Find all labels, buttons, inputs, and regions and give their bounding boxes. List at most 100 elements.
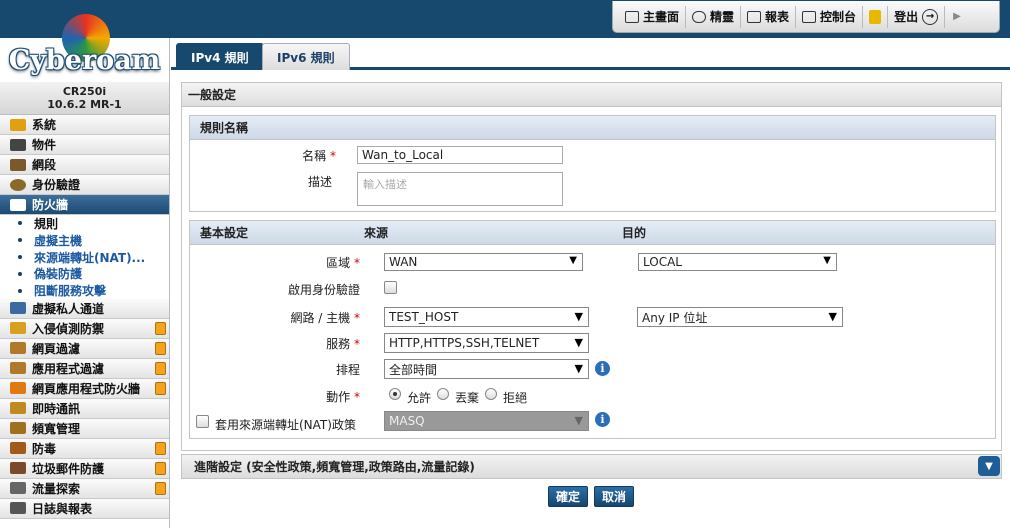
dashboard-label: 主畫面 (643, 10, 680, 24)
nat-info-icon[interactable]: i (595, 412, 610, 427)
sidebar-item-vpn[interactable]: 虛擬私人通道 (0, 298, 169, 319)
sidebar-item-label: 頻寬管理 (32, 421, 81, 436)
sidebar: Cyberoam CR250i 10.6.2 MR-1 系統 物件 網段 身份驗… (0, 14, 170, 528)
toolbar-expand-icon[interactable]: ▶ (945, 11, 961, 22)
basic-settings-header: 基本設定 來源 目的 (190, 221, 995, 245)
tab-ipv4-rules[interactable]: IPv4 規則 (176, 43, 264, 70)
wizard-button[interactable]: 精靈 (686, 5, 742, 28)
sidebar-item-label: 應用程式過濾 (32, 361, 105, 376)
sidebar-item-web-filter[interactable]: 網頁過濾 (0, 338, 169, 359)
sidebar-item-label: 日誌與報表 (32, 501, 93, 516)
destination-zone-select[interactable]: LOCAL ▼ (638, 253, 837, 271)
action-allow-label: 允許 (407, 391, 432, 405)
enable-identity-label: 啟用身份驗證 (287, 283, 360, 297)
sidebar-item-logs[interactable]: 日誌與報表 (0, 498, 169, 519)
source-zone-select[interactable]: WAN ▼ (384, 253, 583, 271)
main-content: 一般設定 規則名稱 名稱 * 描述 輸入描述 基本設定 來源 目的 區域 * W… (171, 73, 1010, 528)
license-lock-icon (155, 321, 166, 335)
license-lock-icon (155, 341, 166, 355)
advanced-settings-bar[interactable]: 進階設定 (安全性政策,頻寬管理,政策路由,流量記錄) ▼ (181, 454, 1002, 479)
general-settings-title: 一般設定 (182, 83, 1001, 107)
expand-advanced-icon[interactable]: ▼ (978, 456, 1000, 476)
nat-policy-select[interactable]: MASQ ▼ (384, 411, 589, 431)
antispam-icon (10, 462, 26, 475)
traffic-icon (10, 482, 26, 495)
cancel-button[interactable]: 取消 (594, 486, 635, 507)
device-info: CR250i 10.6.2 MR-1 (0, 82, 169, 115)
system-icon (10, 118, 26, 131)
device-model: CR250i (62, 85, 107, 98)
objects-icon (10, 138, 26, 151)
tab-ipv6-rules[interactable]: IPv6 規則 (262, 43, 350, 70)
license-lock-icon (155, 461, 166, 475)
im-icon (10, 402, 26, 415)
dashboard-button[interactable]: 主畫面 (619, 5, 687, 28)
sidebar-item-antivirus[interactable]: 防毒 (0, 438, 169, 459)
sidebar-item-ips[interactable]: 入侵偵測防禦 (0, 318, 169, 339)
lock-button[interactable] (863, 5, 889, 28)
reports-button[interactable]: 報表 (741, 5, 797, 28)
sidebar-item-network[interactable]: 網段 (0, 155, 169, 175)
sidebar-item-waf[interactable]: 網頁應用程式防火牆 (0, 378, 169, 399)
dropdown-arrow-icon: ▼ (569, 255, 577, 266)
license-lock-icon (155, 481, 166, 495)
apply-nat-checkbox[interactable] (196, 415, 209, 428)
ips-icon (10, 322, 26, 335)
dropdown-arrow-icon: ▼ (828, 310, 837, 323)
rule-name-input[interactable] (357, 146, 563, 164)
dropdown-arrow-icon: ▼ (574, 362, 583, 375)
rule-name-title: 規則名稱 (190, 116, 995, 140)
name-label: 名稱 * (302, 149, 336, 163)
bullet-icon (18, 238, 22, 243)
sidebar-item-im[interactable]: 即時通訊 (0, 398, 169, 419)
service-select[interactable]: HTTP,HTTPS,SSH,TELNET ▼ (384, 333, 589, 353)
identity-icon (10, 178, 26, 191)
sidebar-item-label: 網段 (32, 158, 57, 172)
sidebar-item-app-filter[interactable]: 應用程式過濾 (0, 358, 169, 379)
sidebar-item-objects[interactable]: 物件 (0, 135, 169, 155)
license-lock-icon (155, 441, 166, 455)
sidebar-item-antispam[interactable]: 垃圾郵件防護 (0, 458, 169, 479)
logout-button[interactable]: 登出 → (888, 5, 946, 28)
service-label: 服務 * (326, 337, 360, 351)
action-allow-radio[interactable] (389, 388, 401, 400)
dropdown-arrow-icon: ▼ (574, 414, 583, 427)
submenu-item-dos[interactable]: 阻斷服務攻擊 (0, 282, 169, 299)
schedule-select[interactable]: 全部時間 ▼ (384, 359, 589, 379)
top-bar: 主畫面 精靈 報表 控制台 登出 → ▶ (0, 0, 1010, 38)
sidebar-item-system[interactable]: 系統 (0, 115, 169, 135)
source-network-select[interactable]: TEST_HOST ▼ (384, 307, 589, 327)
sidebar-item-traffic[interactable]: 流量探索 (0, 478, 169, 499)
schedule-info-icon[interactable]: i (595, 361, 610, 376)
logo: Cyberoam (0, 14, 169, 82)
submenu-item-rules[interactable]: 規則 (0, 215, 169, 232)
submenu-item-spoof-prevention[interactable]: 偽裝防護 (0, 265, 169, 283)
enable-identity-checkbox[interactable] (384, 281, 397, 294)
sidebar-item-label: 身份驗證 (32, 178, 81, 192)
network-host-label: 網路 / 主機 * (290, 311, 360, 325)
sidebar-item-identity[interactable]: 身份驗證 (0, 175, 169, 195)
logout-icon: → (922, 8, 939, 25)
sidebar-item-label: 網頁應用程式防火牆 (32, 381, 141, 396)
sidebar-item-label: 物件 (32, 138, 57, 152)
basic-settings-panel: 基本設定 來源 目的 區域 * WAN ▼ LOCAL ▼ 啟用身份驗證 網路 / … (189, 220, 996, 439)
submenu-item-snat[interactable]: 來源端轉址(NAT)... (0, 248, 169, 266)
sidebar-item-label: 虛擬私人通道 (32, 301, 105, 316)
description-textarea[interactable]: 輸入描述 (357, 172, 563, 206)
bullet-icon (18, 288, 22, 293)
sidebar-item-bandwidth[interactable]: 頻寬管理 (0, 418, 169, 439)
destination-column-header: 目的 (622, 226, 647, 240)
sidebar-item-label: 網頁過濾 (32, 341, 81, 356)
ok-button[interactable]: 確定 (548, 486, 589, 507)
action-reject-label: 拒絕 (503, 391, 528, 405)
device-version: 10.6.2 MR-1 (47, 98, 122, 111)
destination-network-select[interactable]: Any IP 位址 ▼ (637, 307, 843, 327)
license-lock-icon (155, 361, 166, 375)
bullet-icon (18, 271, 22, 276)
submenu-item-virtual-host[interactable]: 虛擬主機 (0, 231, 169, 249)
action-label: 動作 * (326, 390, 360, 404)
action-drop-radio[interactable] (437, 388, 449, 400)
console-button[interactable]: 控制台 (796, 5, 864, 28)
sidebar-item-firewall[interactable]: 防火牆 (0, 195, 169, 215)
action-reject-radio[interactable] (485, 388, 497, 400)
